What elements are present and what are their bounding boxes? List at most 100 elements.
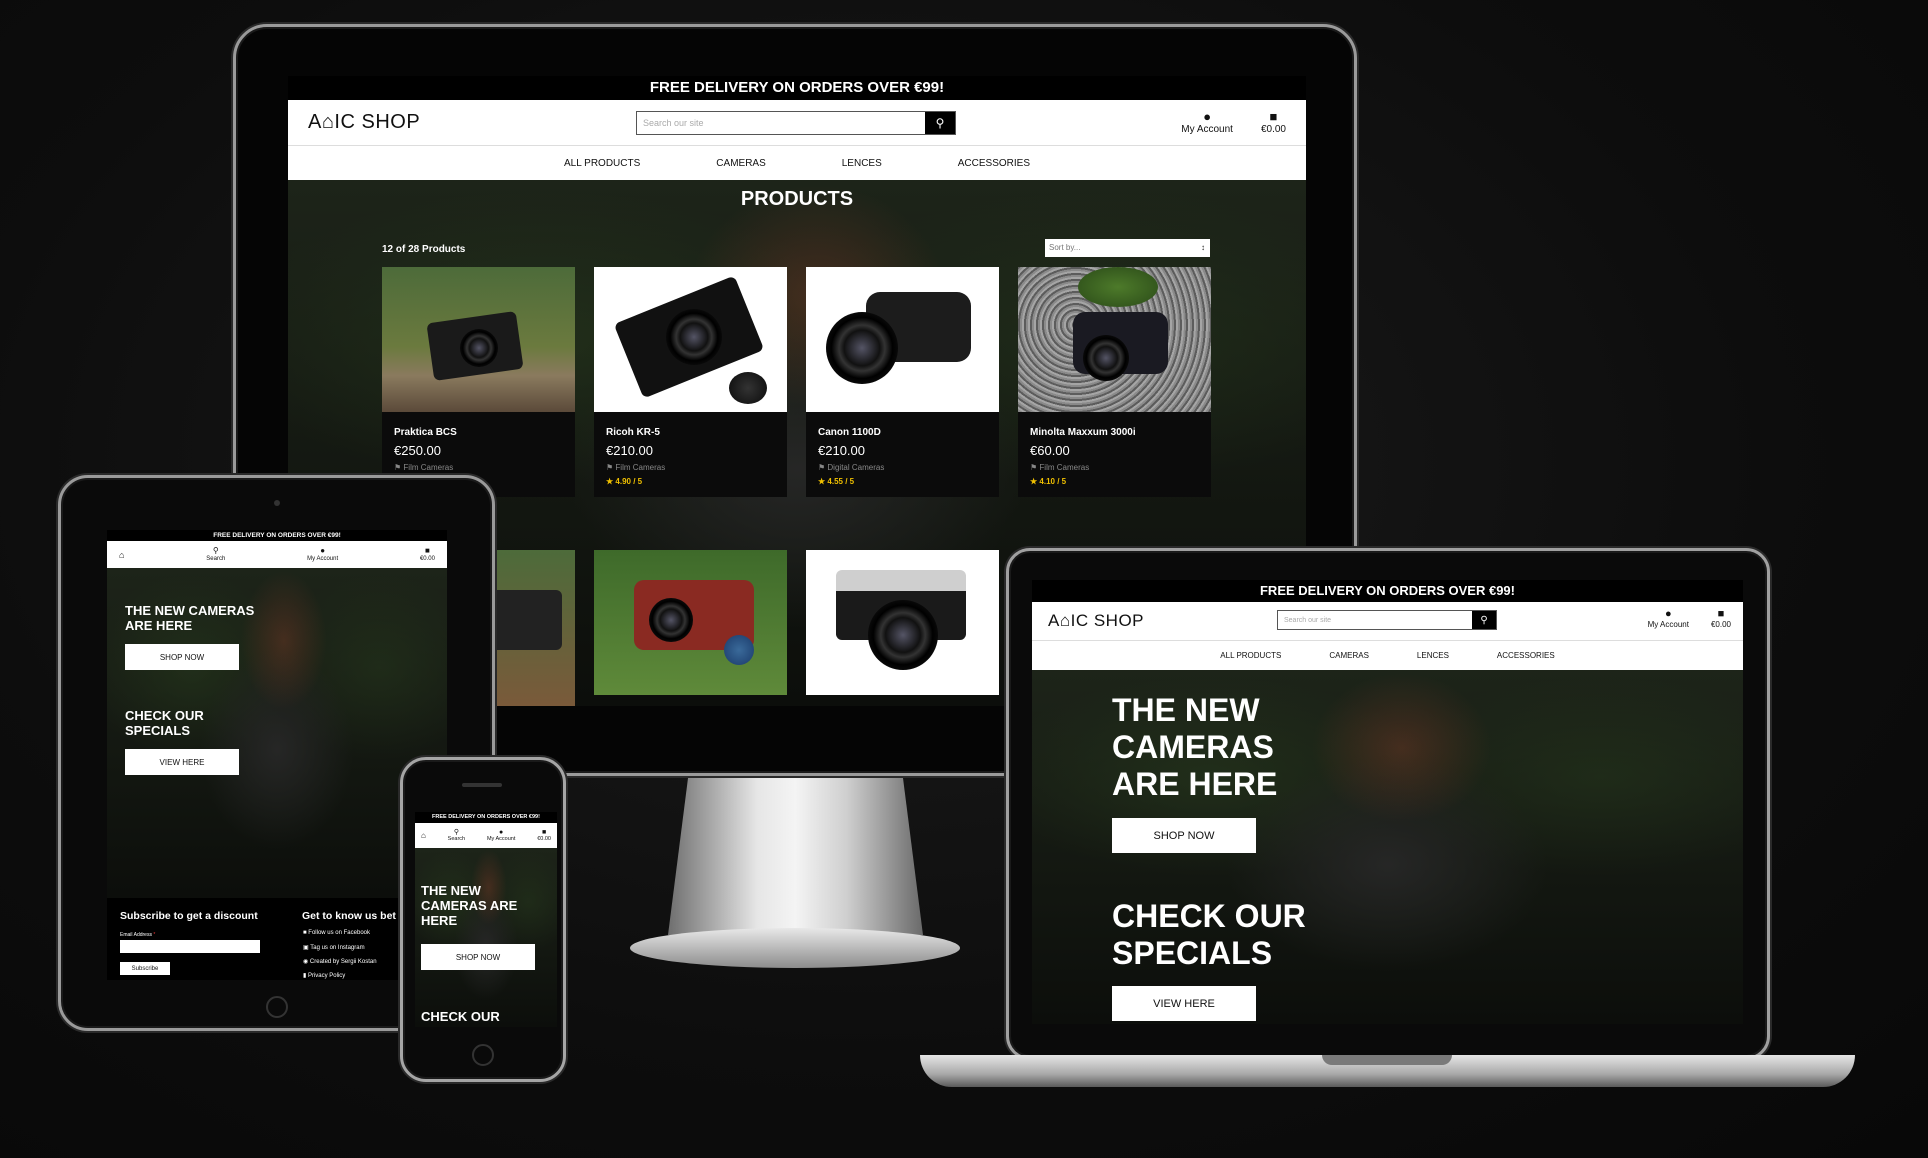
tag-icon: ⚑ [818, 463, 828, 472]
sort-placeholder: Sort by... [1049, 243, 1081, 252]
search-input[interactable]: Search our site [1278, 611, 1472, 629]
nav-cameras[interactable]: CAMERAS [716, 158, 765, 169]
cart-link[interactable]: ■ €0.00 [1711, 608, 1731, 629]
promo-banner: FREE DELIVERY ON ORDERS OVER €99! [288, 76, 1306, 100]
required-mark: * [153, 932, 156, 938]
product-name: Canon 1100D [818, 427, 881, 438]
site-logo-icon[interactable]: ⌂ [119, 550, 124, 560]
select-arrows-icon: ↕ [1201, 243, 1205, 252]
cart-total: €0.00 [1260, 124, 1286, 135]
hero-specials-title: CHECK OUR SPECIALS [1112, 898, 1306, 971]
product-category: ⚑ Film Cameras [394, 463, 453, 472]
user-icon: ● [320, 545, 326, 555]
account-link[interactable]: ● My Account [1181, 110, 1233, 136]
hero-section: THE NEW CAMERAS ARE HERE SHOP NOW CHECK … [415, 848, 557, 1027]
github-icon: ◉ [303, 959, 310, 965]
footer-link[interactable]: ■ Follow us on Facebook [303, 930, 370, 936]
main-nav: ALL PRODUCTS CAMERAS LENCES ACCESSORIES [1032, 640, 1743, 670]
product-card[interactable] [594, 550, 787, 695]
account-link[interactable]: ● My Account [487, 829, 515, 843]
product-rating: ★ 4.90 / 5 [606, 477, 642, 486]
product-card[interactable]: Canon 1100D €210.00 ⚑ Digital Cameras ★ … [806, 267, 999, 497]
shop-now-button[interactable]: SHOP NOW [421, 944, 535, 970]
email-label: Email Address * [120, 932, 155, 938]
nav-accessories[interactable]: ACCESSORIES [1497, 651, 1555, 660]
product-category: ⚑ Film Cameras [606, 463, 665, 472]
rating-value: 4.55 / 5 [827, 477, 855, 486]
product-price: €250.00 [394, 443, 441, 458]
cart-total: €0.00 [419, 555, 435, 562]
nav-lences[interactable]: LENCES [842, 158, 882, 169]
site-logo[interactable]: A⌂IC SHOP [308, 111, 578, 134]
product-image [806, 267, 999, 412]
phone-speaker [462, 783, 502, 787]
search-icon: ⚲ [935, 116, 945, 130]
view-here-button[interactable]: VIEW HERE [1112, 986, 1256, 1021]
search-input[interactable]: Search our site [637, 112, 925, 134]
site-header: A⌂IC SHOP Search our site ⚲ ● My Account… [1032, 602, 1743, 640]
camera-lens-shape [868, 600, 938, 670]
view-here-button[interactable]: VIEW HERE [125, 749, 239, 775]
cart-link[interactable]: ■ €0.00 [419, 546, 435, 562]
account-link[interactable]: ● My Account [307, 545, 338, 562]
search-link[interactable]: ⚲ Search [448, 829, 465, 843]
product-card[interactable]: Ricoh KR-5 €210.00 ⚑ Film Cameras ★ 4.90… [594, 267, 787, 497]
promo-banner: FREE DELIVERY ON ORDERS OVER €99! [415, 812, 557, 823]
star-icon: ★ [1030, 477, 1040, 486]
footer-link[interactable]: ◉ Created by Sergii Kostan [303, 958, 377, 965]
nav-cameras[interactable]: CAMERAS [1329, 651, 1369, 660]
search-bar: Search our site ⚲ [1277, 610, 1497, 630]
phone-home-button[interactable] [472, 1044, 494, 1066]
footer-link-text: Follow us on Facebook [308, 930, 370, 936]
tag-icon: ⚑ [394, 463, 404, 472]
shopping-bag-icon: ■ [1717, 608, 1725, 620]
product-image [1018, 267, 1211, 412]
search-label: Search [447, 836, 466, 843]
tag-icon: ⚑ [1030, 463, 1040, 472]
subscribe-title: Subscribe to get a discount [120, 910, 258, 922]
tablet-home-button[interactable] [266, 996, 288, 1018]
footer-link[interactable]: ▣ Tag us on Instagram [303, 944, 365, 951]
search-label: Search [206, 555, 226, 562]
cart-link[interactable]: ■ €0.00 [537, 829, 551, 843]
account-link[interactable]: ● My Account [1648, 608, 1689, 629]
search-icon: ⚲ [1480, 614, 1488, 626]
header-icons: ● My Account ■ €0.00 [1648, 608, 1731, 629]
nav-lences[interactable]: LENCES [1417, 651, 1449, 660]
cart-total: €0.00 [537, 836, 551, 843]
email-field[interactable] [120, 940, 260, 953]
cart-link[interactable]: ■ €0.00 [1260, 110, 1286, 136]
nav-accessories[interactable]: ACCESSORIES [958, 158, 1030, 169]
site-logo-icon[interactable]: ⌂ [421, 831, 426, 840]
product-card[interactable]: Praktica BCS €250.00 ⚑ Film Cameras [382, 267, 575, 497]
rating-value: 4.10 / 5 [1039, 477, 1067, 486]
nav-all-products[interactable]: ALL PRODUCTS [564, 158, 640, 169]
shop-now-button[interactable]: SHOP NOW [1112, 818, 1256, 853]
subscribe-button[interactable]: Subscribe [120, 962, 170, 975]
user-icon: ● [499, 828, 504, 836]
site-logo[interactable]: A⌂IC SHOP [1048, 611, 1144, 631]
product-card[interactable] [806, 550, 999, 695]
rating-value: 4.90 / 5 [615, 477, 643, 486]
footer-link-text: Tag us on Instagram [310, 945, 365, 951]
shop-now-button[interactable]: SHOP NOW [125, 644, 239, 670]
site-header: A⌂IC SHOP Search our site ⚲ ● My Account… [288, 100, 1306, 145]
promo-banner: FREE DELIVERY ON ORDERS OVER €99! [1032, 580, 1743, 602]
search-button[interactable]: ⚲ [1472, 611, 1496, 629]
search-link[interactable]: ⚲ Search [206, 545, 226, 562]
account-label: My Account [1181, 124, 1233, 135]
category-label: Film Cameras [403, 463, 454, 472]
category-label: Film Cameras [1039, 463, 1090, 472]
footer-link[interactable]: ▮ Privacy Policy [303, 972, 345, 979]
hero-section: THE NEW CAMERAS ARE HERE SHOP NOW CHECK … [1032, 670, 1743, 1024]
tag-icon: ⚑ [606, 463, 616, 472]
search-icon: ⚲ [212, 545, 219, 555]
email-label-text: Email Address [120, 932, 152, 938]
search-button[interactable]: ⚲ [925, 112, 955, 134]
sort-select[interactable]: Sort by... ↕ [1045, 239, 1210, 257]
nav-all-products[interactable]: ALL PRODUCTS [1220, 651, 1281, 660]
phone-screen: FREE DELIVERY ON ORDERS OVER €99! ⌂ ⚲ Se… [415, 812, 557, 1027]
hero-new-cameras-title: THE NEW CAMERAS ARE HERE [421, 883, 518, 928]
header-icons: ● My Account ■ €0.00 [1181, 110, 1286, 136]
product-card[interactable]: Minolta Maxxum 3000i €60.00 ⚑ Film Camer… [1018, 267, 1211, 497]
